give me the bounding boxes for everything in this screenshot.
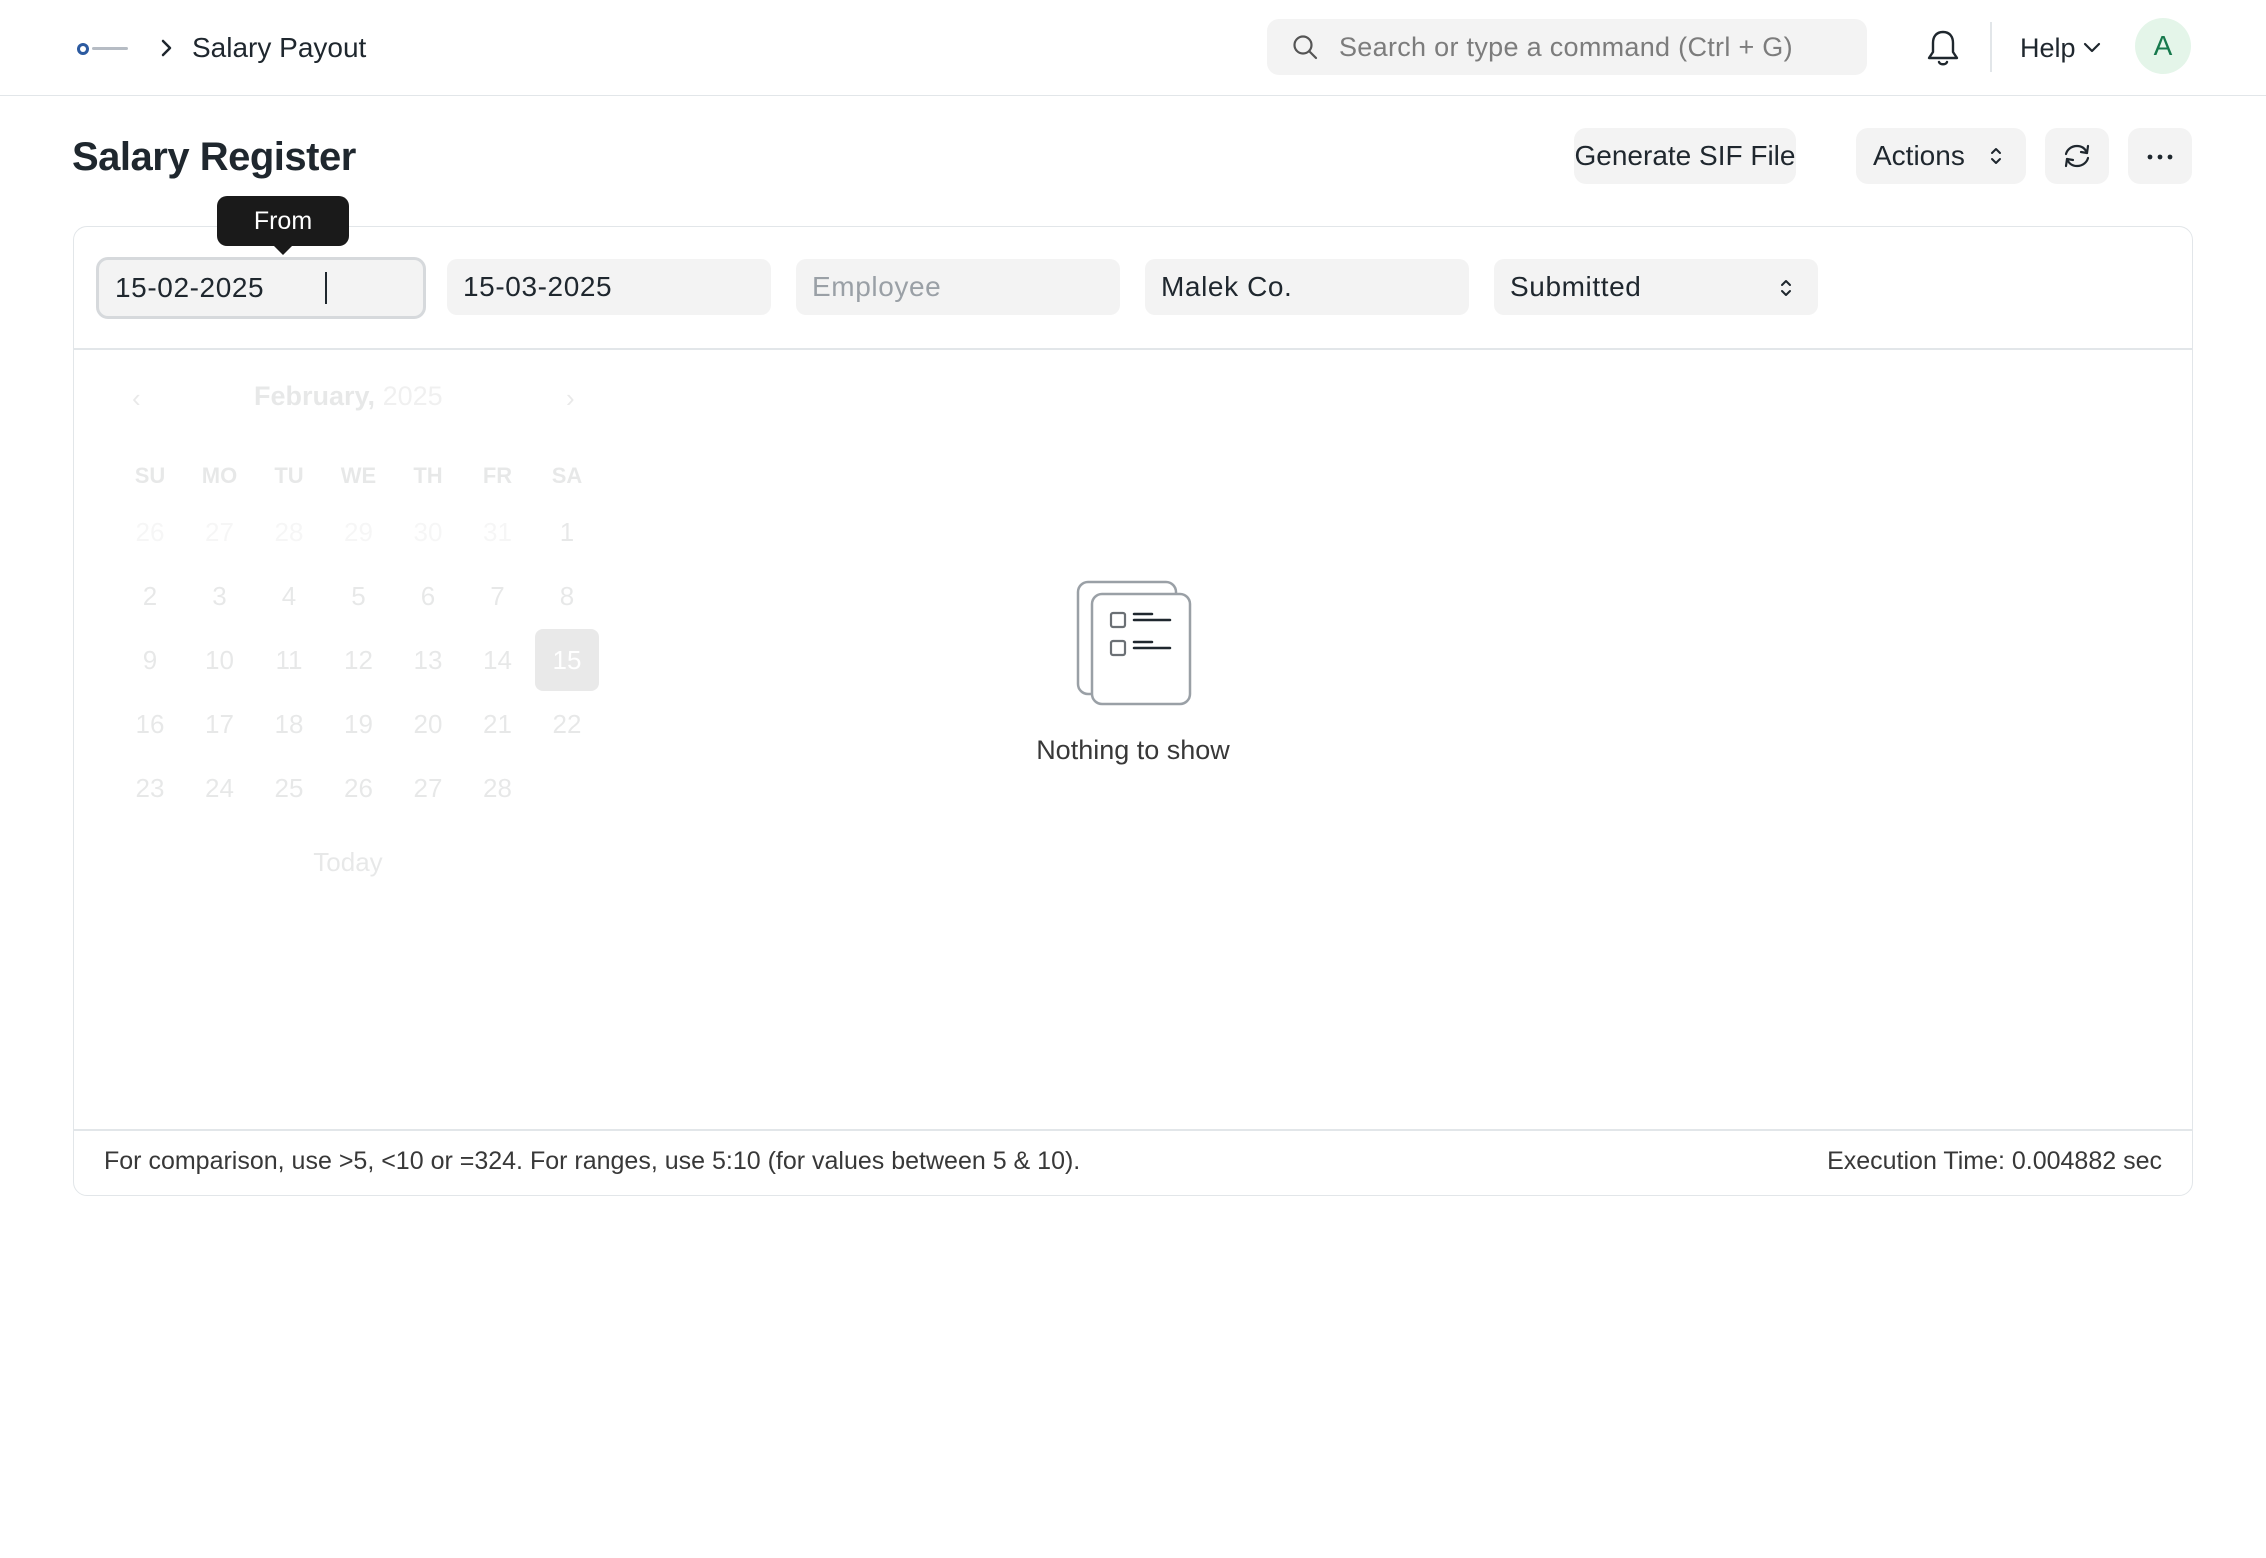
datepicker-day[interactable]: 30	[396, 501, 460, 563]
app-logo[interactable]	[76, 42, 130, 56]
more-options-button[interactable]	[2128, 128, 2192, 184]
datepicker-day[interactable]: 14	[466, 629, 530, 691]
search-bar[interactable]: Search or type a command (Ctrl + G)	[1267, 19, 1867, 75]
breadcrumb-salary-payout[interactable]: Salary Payout	[192, 28, 366, 68]
report-card: 15-02-2025 From 15-03-2025 Employee Male…	[73, 196, 2193, 1196]
datepicker-weekday: TU	[274, 463, 304, 488]
ellipsis-icon	[2147, 154, 2173, 160]
actions-button[interactable]: Actions	[1856, 128, 2026, 184]
datepicker-day[interactable]: 31	[466, 501, 530, 563]
datepicker-day[interactable]: 6	[396, 565, 460, 627]
datepicker-weekday: WE	[340, 463, 377, 488]
navbar-divider	[1990, 22, 1992, 72]
datepicker-day[interactable]: 4	[257, 565, 321, 627]
chevron-down-icon[interactable]	[2082, 40, 2102, 56]
datepicker-prev-month[interactable]: ‹	[132, 383, 141, 414]
empty-state-message: Nothing to show	[1036, 735, 1230, 765]
refresh-button[interactable]	[2045, 128, 2109, 184]
datepicker-day[interactable]: 15	[535, 629, 599, 691]
employee-field[interactable]: Employee	[796, 259, 1120, 315]
filter-divider	[74, 348, 2192, 350]
help-dropdown[interactable]: Help	[2020, 30, 2076, 66]
top-navbar: Salary Payout Search or type a command (…	[0, 0, 2266, 96]
datepicker-popup[interactable]: ‹ February, 2025 › SUMOTUWETHFRSA2627282…	[96, 367, 600, 897]
generate-sif-file-button[interactable]: Generate SIF File	[1574, 128, 1796, 184]
company-field[interactable]: Malek Co.	[1145, 259, 1469, 315]
docstatus-value: Submitted	[1510, 271, 1642, 302]
from-tooltip: From	[217, 196, 349, 246]
from-date-field[interactable]: 15-02-2025	[96, 257, 426, 319]
datepicker-year: 2025	[382, 381, 443, 411]
datepicker-day[interactable]: 27	[396, 757, 460, 819]
datepicker-day[interactable]: 23	[118, 757, 182, 819]
datepicker-day[interactable]: 13	[396, 629, 460, 691]
page-title: Salary Register	[72, 135, 356, 179]
datepicker-day[interactable]: 1	[535, 501, 599, 563]
datepicker-day[interactable]: 7	[466, 565, 530, 627]
datepicker-next-month[interactable]: ›	[566, 383, 575, 414]
refresh-icon	[2064, 144, 2090, 168]
search-icon	[1293, 35, 1318, 60]
datepicker-day[interactable]: 28	[257, 501, 321, 563]
empty-list-icon	[1076, 580, 1192, 706]
datepicker-day[interactable]: 26	[118, 501, 182, 563]
datepicker-month-label: February, 2025	[254, 381, 443, 412]
company-value: Malek Co.	[1161, 271, 1293, 302]
datepicker-month: February,	[254, 381, 376, 411]
execution-time: Execution Time: 0.004882 sec	[1827, 1147, 2162, 1175]
docstatus-select[interactable]: Submitted	[1494, 259, 1818, 315]
chevron-up-down-icon	[1781, 280, 1791, 296]
datepicker-weekday: SU	[134, 463, 166, 488]
datepicker-weekday: TH	[413, 463, 443, 488]
search-input[interactable]: Search or type a command (Ctrl + G)	[1339, 29, 1793, 65]
to-date-value: 15-03-2025	[463, 271, 613, 302]
datepicker-day[interactable]: 8	[535, 565, 599, 627]
filter-help-note: For comparison, use >5, <10 or =324. For…	[104, 1147, 1081, 1175]
datepicker-day[interactable]: 27	[188, 501, 252, 563]
actions-button-label: Actions	[1873, 140, 1965, 171]
datepicker-weekday: MO	[201, 463, 238, 488]
chevron-up-down-icon	[1991, 148, 2001, 164]
breadcrumb-chevron-icon	[161, 39, 172, 57]
datepicker-day[interactable]: 10	[188, 629, 252, 691]
tooltip-arrow	[273, 245, 293, 255]
datepicker-day[interactable]: 5	[327, 565, 391, 627]
footer-divider	[74, 1129, 2192, 1131]
datepicker-day[interactable]: 24	[188, 757, 252, 819]
notification-bell-icon[interactable]	[1926, 28, 1960, 68]
datepicker-today-button[interactable]: Today	[96, 847, 600, 878]
datepicker-day[interactable]: 29	[327, 501, 391, 563]
datepicker-day[interactable]: 11	[257, 629, 321, 691]
to-date-field[interactable]: 15-03-2025	[447, 259, 771, 315]
text-cursor	[325, 272, 327, 304]
employee-placeholder: Employee	[812, 271, 942, 302]
from-date-value: 15-02-2025	[115, 272, 265, 303]
datepicker-day[interactable]: 12	[327, 629, 391, 691]
datepicker-weekday: FR	[482, 463, 513, 488]
datepicker-weekday: SA	[551, 463, 583, 488]
datepicker-day[interactable]: 9	[118, 629, 182, 691]
datepicker-day[interactable]: 3	[188, 565, 252, 627]
datepicker-day[interactable]: 2	[118, 565, 182, 627]
datepicker-day[interactable]: 28	[466, 757, 530, 819]
datepicker-day[interactable]: 25	[257, 757, 321, 819]
datepicker-day[interactable]: 26	[327, 757, 391, 819]
user-avatar[interactable]: A	[2135, 18, 2191, 74]
